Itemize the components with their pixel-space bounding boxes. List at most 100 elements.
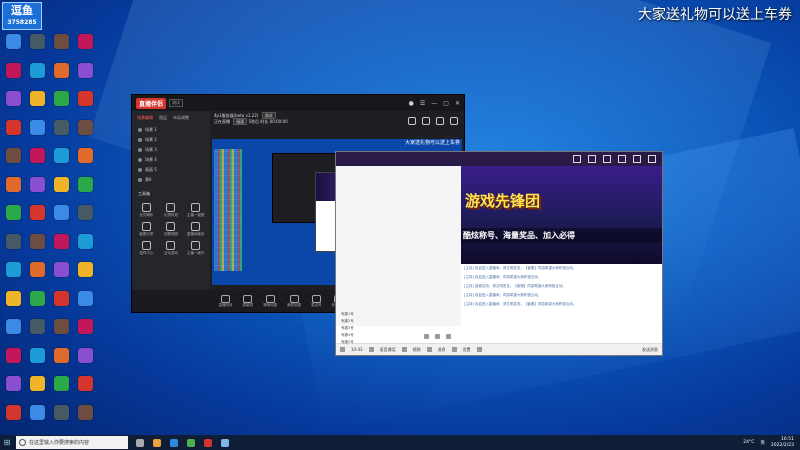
weather-temp[interactable]: 24°C	[743, 440, 754, 445]
desktop-shortcut-icon[interactable]	[30, 91, 45, 106]
maximize-icon[interactable]	[633, 155, 641, 163]
desktop-shortcut-icon[interactable]	[78, 233, 93, 249]
desktop-shortcut-icon[interactable]	[6, 34, 21, 49]
tool-item[interactable]: 截图分享	[136, 222, 157, 237]
bottom-tool[interactable]: 麦克风	[311, 294, 322, 308]
tool-item[interactable]: 插件中心	[136, 241, 157, 256]
desktop-shortcut-icon[interactable]	[54, 290, 69, 306]
tool-item[interactable]: 主播一键开	[185, 241, 206, 256]
desktop-shortcut-icon[interactable]	[6, 290, 21, 306]
contact-item[interactable]: 有趣4号	[341, 333, 354, 340]
bottom-tool[interactable]: 直播特效	[219, 294, 233, 308]
taskbar-search[interactable]: 在这里输入你要搜索的内容	[16, 436, 128, 449]
desktop-shortcut-icon[interactable]	[30, 148, 45, 163]
settings-icon[interactable]	[603, 155, 611, 163]
scene-item[interactable]: 场景 3	[132, 145, 210, 155]
minimize-icon[interactable]: —	[431, 100, 437, 107]
scene-item[interactable]: 场景 4	[132, 155, 210, 165]
desktop-shortcut-icon[interactable]	[78, 119, 93, 135]
desktop-shortcut-icon[interactable]	[6, 119, 21, 135]
scene-item[interactable]: 场景 1	[132, 125, 210, 135]
contact-item[interactable]: 有趣5号	[341, 340, 354, 347]
tab-layers[interactable]: 图层	[159, 115, 167, 121]
bottom-bar-icon[interactable]	[368, 347, 374, 352]
gift-icon[interactable]	[408, 117, 416, 125]
start-button[interactable]: ⊞	[0, 435, 14, 450]
desktop-shortcut-icon[interactable]	[54, 91, 69, 106]
close-icon[interactable]: ✕	[455, 100, 460, 107]
avatar-icon[interactable]: ●	[409, 100, 414, 107]
bottom-tool[interactable]: 屏幕镜	[243, 294, 253, 308]
desktop-shortcut-icon[interactable]	[6, 91, 21, 106]
bottom-bar-icon[interactable]	[476, 347, 482, 352]
menu-icon[interactable]: ☰	[420, 100, 425, 107]
visibility-icon[interactable]	[138, 178, 142, 182]
tool-item[interactable]: 主播一键图	[185, 203, 206, 218]
desktop-shortcut-icon[interactable]	[30, 205, 45, 220]
tab-layout[interactable]: 布局调整	[173, 115, 189, 121]
desktop-shortcut-icon[interactable]	[30, 62, 45, 78]
desktop-shortcut-icon[interactable]	[30, 347, 45, 363]
chat-app-icon[interactable]	[221, 438, 229, 447]
desktop-shortcut-icon[interactable]	[6, 233, 21, 249]
maximize-icon[interactable]: ▢	[443, 100, 449, 107]
app-icon[interactable]	[187, 438, 195, 447]
desktop-shortcut-icon[interactable]	[30, 176, 45, 192]
bottom-bar-icon[interactable]	[451, 347, 457, 352]
edge-icon[interactable]	[170, 438, 178, 447]
desktop-shortcut-icon[interactable]	[78, 262, 93, 277]
streamer-app-icon[interactable]	[204, 438, 212, 447]
bottom-bar-icon[interactable]	[340, 347, 345, 352]
desktop-shortcut-icon[interactable]	[6, 205, 21, 220]
desktop-shortcut-icon[interactable]	[54, 205, 69, 220]
desktop-shortcut-icon[interactable]	[6, 62, 21, 78]
desktop-shortcut-icon[interactable]	[78, 148, 93, 163]
user-icon[interactable]	[573, 155, 581, 163]
bottom-bar-icon[interactable]	[426, 347, 432, 352]
desktop-shortcut-icon[interactable]	[78, 376, 93, 391]
bottom-bar-label[interactable]: 视频	[413, 347, 421, 353]
minimize-icon[interactable]	[618, 155, 626, 163]
desktop-shortcut-icon[interactable]	[78, 176, 93, 192]
file-icon[interactable]	[446, 333, 451, 339]
desktop-shortcut-icon[interactable]	[78, 290, 93, 306]
grid-icon[interactable]	[588, 155, 596, 163]
bottom-bar-label[interactable]: 10:43	[351, 347, 363, 352]
desktop-shortcut-icon[interactable]	[78, 404, 93, 420]
visibility-icon[interactable]	[138, 168, 142, 172]
input-language[interactable]: 英	[760, 440, 765, 446]
desktop-shortcut-icon[interactable]	[30, 376, 45, 391]
desktop-shortcut-icon[interactable]	[54, 176, 69, 192]
tool-item[interactable]: 回看视频	[161, 222, 182, 237]
visibility-icon[interactable]	[138, 148, 142, 152]
desktop-shortcut-icon[interactable]	[78, 347, 93, 363]
bottom-tool[interactable]: 美颜设置	[287, 294, 301, 308]
image-icon[interactable]	[435, 333, 440, 339]
desktop-shortcut-icon[interactable]	[54, 319, 69, 334]
bell-icon[interactable]	[436, 117, 444, 125]
visibility-icon[interactable]	[138, 158, 142, 162]
desktop-shortcut-icon[interactable]	[6, 262, 21, 277]
contact-item[interactable]: 有趣2号	[341, 319, 354, 326]
file-explorer-icon[interactable]	[153, 438, 161, 447]
desktop-shortcut-icon[interactable]	[54, 34, 69, 49]
desktop-shortcut-icon[interactable]	[30, 290, 45, 306]
tool-item[interactable]: 礼物特效	[161, 203, 182, 218]
desktop-shortcut-icon[interactable]	[54, 347, 69, 363]
desktop-shortcut-icon[interactable]	[54, 376, 69, 391]
bottom-tool[interactable]: 清晰设置	[263, 294, 277, 308]
bottom-bar-label[interactable]: 设置	[463, 347, 471, 353]
desktop-shortcut-icon[interactable]	[78, 34, 93, 49]
desktop-shortcut-icon[interactable]	[6, 319, 21, 334]
tool-item[interactable]: 互动游戏	[161, 241, 182, 256]
desktop-shortcut-icon[interactable]	[54, 62, 69, 78]
desktop-shortcut-icon[interactable]	[30, 34, 45, 49]
visibility-icon[interactable]	[138, 128, 142, 132]
event-banner[interactable]: 游戏先锋团 酷炫称号、海量奖品、加入必得	[461, 166, 662, 264]
task-view-icon[interactable]	[136, 438, 144, 447]
scene-item[interactable]: 黄6	[132, 175, 210, 185]
desktop-shortcut-icon[interactable]	[6, 347, 21, 363]
contact-item[interactable]: 有趣1号	[341, 312, 354, 319]
desktop-shortcut-icon[interactable]	[54, 233, 69, 249]
scene-item[interactable]: 场景 2	[132, 135, 210, 145]
